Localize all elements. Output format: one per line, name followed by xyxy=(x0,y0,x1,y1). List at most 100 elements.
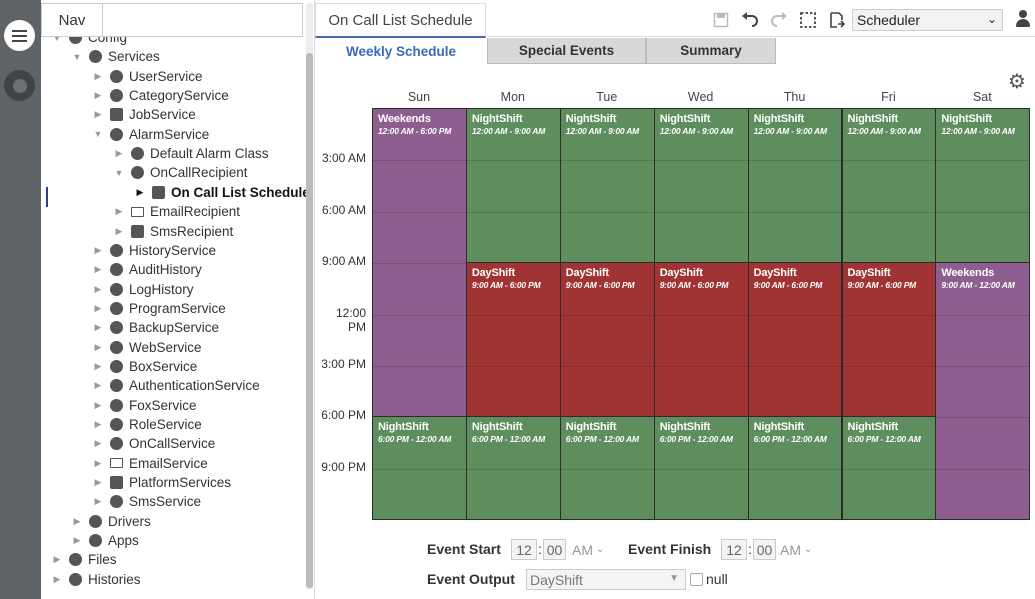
expand-arrow-icon[interactable]: ▶ xyxy=(51,554,63,565)
tree-item[interactable]: ▶ EmailRecipient xyxy=(113,202,241,221)
expand-arrow-icon[interactable]: ▶ xyxy=(92,90,104,101)
expand-arrow-icon[interactable]: ▶ xyxy=(51,574,63,585)
expand-arrow-icon[interactable]: ▶ xyxy=(92,322,104,333)
event-output-select[interactable]: DayShift ▼ xyxy=(526,569,686,590)
export-icon[interactable] xyxy=(826,9,848,31)
expand-arrow-icon[interactable]: ▶ xyxy=(92,458,104,469)
schedule-event[interactable]: NightShift 12:00 AM - 9:00 AM xyxy=(935,108,1031,264)
tree-item[interactable]: ▶ Files xyxy=(51,550,117,569)
tree-item[interactable]: ▶ Histories xyxy=(51,570,141,589)
tree-item[interactable]: ▶ JobService xyxy=(92,105,196,124)
nav-scrollbar[interactable] xyxy=(306,3,313,590)
expand-arrow-icon[interactable]: ▶ xyxy=(92,400,104,411)
tree-item[interactable]: ▶ LogHistory xyxy=(92,280,194,299)
collapse-arrow-icon[interactable]: ▼ xyxy=(92,129,104,139)
tree-item[interactable]: ▶ UserService xyxy=(92,67,203,86)
tree-item[interactable]: ▶ BackupService xyxy=(92,318,220,337)
tree-item[interactable]: ▶ Drivers xyxy=(71,512,151,531)
tree-item[interactable]: ▼ Services xyxy=(71,47,160,66)
tree-item[interactable]: ▶ FoxService xyxy=(92,396,197,415)
schedule-event[interactable]: Weekends 12:00 AM - 6:00 PM xyxy=(372,108,467,418)
tree-item[interactable]: ▶ EmailService xyxy=(92,454,208,473)
schedule-event[interactable]: DayShift 9:00 AM - 6:00 PM xyxy=(747,262,843,418)
expand-arrow-icon[interactable]: ▶ xyxy=(113,226,125,237)
tab-summary[interactable]: Summary xyxy=(646,38,776,64)
event-start-minute[interactable]: 00 xyxy=(543,539,566,560)
schedule-event[interactable]: NightShift 6:00 PM - 12:00 AM xyxy=(372,416,467,520)
schedule-event[interactable]: NightShift 12:00 AM - 9:00 AM xyxy=(559,108,655,264)
schedule-event[interactable]: NightShift 6:00 PM - 12:00 AM xyxy=(653,416,749,520)
expand-arrow-icon[interactable]: ▶ xyxy=(92,477,104,488)
schedule-event[interactable]: NightShift 12:00 AM - 9:00 AM xyxy=(465,108,561,264)
event-finish-minute[interactable]: 00 xyxy=(753,539,776,560)
view-title-tab[interactable]: On Call List Schedule xyxy=(315,3,486,38)
tab-weekly-schedule[interactable]: Weekly Schedule xyxy=(315,38,487,64)
expand-arrow-icon[interactable]: ▶ xyxy=(92,342,104,353)
event-finish-ampm[interactable]: AM ⌄ xyxy=(780,539,812,560)
tree-item[interactable]: ▶ WebService xyxy=(92,338,202,357)
expand-arrow-icon[interactable]: ▶ xyxy=(113,206,125,217)
expand-arrow-icon[interactable]: ▶ xyxy=(92,109,104,120)
tree-item[interactable]: ▶ BoxService xyxy=(92,357,198,376)
select-all-icon[interactable] xyxy=(797,9,819,31)
expand-arrow-icon[interactable]: ▶ xyxy=(92,245,104,256)
tree-item[interactable]: ▶ Default Alarm Class xyxy=(113,144,269,163)
expand-arrow-icon[interactable]: ▶ xyxy=(92,419,104,430)
schedule-event[interactable]: NightShift 6:00 PM - 12:00 AM xyxy=(747,416,843,520)
expand-arrow-icon[interactable]: ▶ xyxy=(113,148,125,159)
expand-arrow-icon[interactable]: ▶ xyxy=(92,361,104,372)
expand-arrow-icon[interactable]: ▶ xyxy=(134,187,146,198)
tree-item[interactable]: ▼ AlarmService xyxy=(92,125,210,144)
tree-item[interactable]: ▶ On Call List Schedule xyxy=(134,183,310,202)
expand-arrow-icon[interactable]: ▶ xyxy=(71,535,83,546)
tree-item[interactable]: ▶ SmsRecipient xyxy=(113,222,234,241)
event-start-ampm[interactable]: AM ⌄ xyxy=(572,539,604,560)
schedule-event[interactable]: NightShift 6:00 PM - 12:00 AM xyxy=(559,416,655,520)
schedule-event[interactable]: DayShift 9:00 AM - 6:00 PM xyxy=(465,262,561,418)
nav-tab[interactable]: Nav xyxy=(42,4,103,37)
expand-arrow-icon[interactable]: ▶ xyxy=(92,438,104,449)
tree-item[interactable]: ▼ OnCallRecipient xyxy=(113,163,248,182)
app-switcher-button[interactable] xyxy=(4,70,35,101)
tree-item[interactable]: ▶ HistoryService xyxy=(92,241,217,260)
tree-item[interactable]: ▶ AuditHistory xyxy=(92,260,202,279)
view-selector[interactable]: Scheduler ⌄ xyxy=(852,9,1003,31)
save-icon[interactable] xyxy=(710,9,732,31)
tree-item[interactable]: ▶ Apps xyxy=(71,531,139,550)
tree-item[interactable]: ▶ ProgramService xyxy=(92,299,226,318)
nav-scrollbar-thumb[interactable] xyxy=(306,53,313,588)
schedule-event[interactable]: NightShift 6:00 PM - 12:00 AM xyxy=(841,416,937,520)
event-start-hour[interactable]: 12 xyxy=(511,539,537,560)
collapse-arrow-icon[interactable]: ▼ xyxy=(71,52,83,62)
tree-item[interactable]: ▶ OnCallService xyxy=(92,434,216,453)
schedule-event[interactable]: NightShift 12:00 AM - 9:00 AM xyxy=(841,108,937,264)
expand-arrow-icon[interactable]: ▶ xyxy=(71,516,83,527)
user-icon[interactable] xyxy=(1015,10,1031,28)
expand-arrow-icon[interactable]: ▶ xyxy=(92,303,104,314)
expand-arrow-icon[interactable]: ▶ xyxy=(92,496,104,507)
main-menu-button[interactable] xyxy=(4,20,35,51)
schedule-event[interactable]: NightShift 12:00 AM - 9:00 AM xyxy=(653,108,749,264)
expand-arrow-icon[interactable]: ▶ xyxy=(92,284,104,295)
tree-item[interactable]: ▶ RoleService xyxy=(92,415,202,434)
tree-item[interactable]: ▶ CategoryService xyxy=(92,86,229,105)
schedule-event[interactable]: Weekends 9:00 AM - 12:00 AM xyxy=(935,262,1031,520)
schedule-event[interactable]: DayShift 9:00 AM - 6:00 PM xyxy=(559,262,655,418)
event-finish-hour[interactable]: 12 xyxy=(721,539,747,560)
undo-icon[interactable] xyxy=(739,9,761,31)
expand-arrow-icon[interactable]: ▶ xyxy=(92,264,104,275)
tab-special-events[interactable]: Special Events xyxy=(487,38,646,64)
tree-item[interactable]: ▶ AuthenticationService xyxy=(92,376,260,395)
tree-item[interactable]: ▶ SmsService xyxy=(92,492,201,511)
tree-item[interactable]: ▶ PlatformServices xyxy=(92,473,232,492)
schedule-event[interactable]: DayShift 9:00 AM - 6:00 PM xyxy=(841,262,937,418)
schedule-event[interactable]: NightShift 12:00 AM - 9:00 AM xyxy=(747,108,843,264)
collapse-arrow-icon[interactable]: ▼ xyxy=(113,168,125,178)
schedule-event[interactable]: NightShift 6:00 PM - 12:00 AM xyxy=(465,416,561,520)
redo-icon[interactable] xyxy=(768,9,790,31)
expand-arrow-icon[interactable]: ▶ xyxy=(92,71,104,82)
schedule-event[interactable]: DayShift 9:00 AM - 6:00 PM xyxy=(653,262,749,418)
expand-arrow-icon[interactable]: ▶ xyxy=(92,380,104,391)
null-checkbox[interactable] xyxy=(690,573,703,586)
event-time: 9:00 AM - 6:00 PM xyxy=(565,280,635,291)
